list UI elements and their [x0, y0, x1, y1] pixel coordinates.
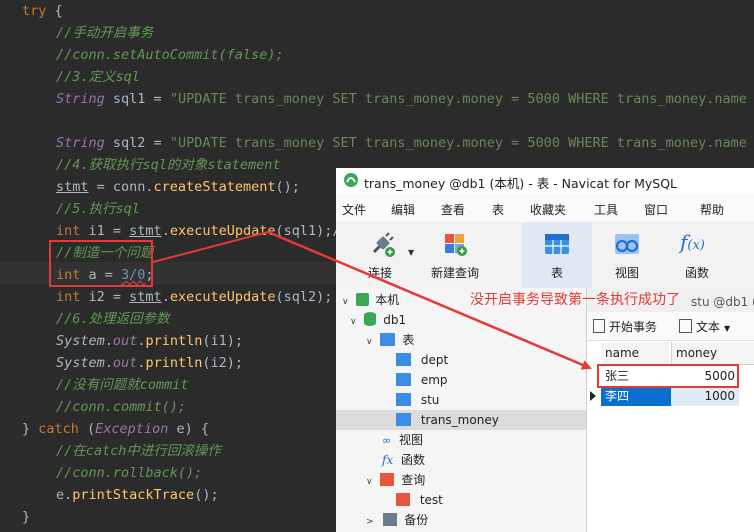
code-line-sql1: String sql1 = "UPDATE trans_money SET tr…: [56, 91, 754, 107]
tree-table-item-selected[interactable]: trans_money: [336, 410, 586, 430]
view-icon: [613, 230, 641, 261]
column-header-name[interactable]: name: [601, 342, 669, 365]
connect-button[interactable]: ▼ 连接: [350, 222, 414, 288]
menu-window[interactable]: 窗口: [644, 201, 668, 218]
plug-icon: [368, 230, 396, 261]
code-line-comment: //手动开启事务: [56, 25, 154, 41]
menu-favorites[interactable]: 收藏夹: [530, 201, 566, 218]
code-line-println1: System.out.println(i1);: [56, 333, 243, 349]
view-icon: ∞: [382, 434, 392, 447]
tab-stu[interactable]: stu @db1 (本: [691, 293, 754, 310]
code-line-sql2: String sql2 = "UPDATE trans_money SET tr…: [56, 135, 754, 151]
toolbar: ▼ 连接 新建查询 表 视图 f(x) 函数: [336, 222, 754, 289]
new-query-button[interactable]: 新建查询: [420, 222, 490, 288]
code-line-comment: //conn.commit();: [56, 399, 187, 415]
dropdown-arrow-icon[interactable]: ▼: [724, 324, 730, 333]
query-icon: [396, 493, 410, 506]
code-line-comment: //没有问题就commit: [56, 377, 189, 393]
object-tree: ∨ 本机 ∨ db1 ∨ 表 dept emp stu trans_money …: [336, 288, 586, 532]
code-line-comment: //在catch中进行回滚操作: [56, 443, 221, 459]
table-button[interactable]: 表: [522, 222, 592, 288]
code-line-comment: //6.处理返回参数: [56, 311, 170, 327]
code-line-i2: int i2 = stmt.executeUpdate(sql2);: [56, 289, 333, 305]
text-button[interactable]: 文本 ▼: [679, 318, 730, 335]
tree-table-item[interactable]: stu: [396, 390, 439, 410]
tree-root[interactable]: ∨ 本机: [342, 290, 399, 310]
table-icon: [396, 393, 411, 406]
action-bar: 开始事务 文本 ▼: [587, 312, 754, 341]
function-icon: f(x): [680, 230, 705, 254]
menu-file[interactable]: 文件: [342, 201, 366, 218]
menu-bar: 文件 编辑 查看 表 收藏夹 工具 窗口 帮助: [336, 194, 754, 222]
annotation-text: 没开启事务导致第一条执行成功了: [470, 292, 680, 308]
tree-table-item[interactable]: emp: [396, 370, 448, 390]
title-bar: trans_money @db1 (本机) - 表 - Navicat for …: [336, 168, 754, 194]
function-icon: fx: [382, 453, 394, 467]
menu-help[interactable]: 帮助: [700, 201, 724, 218]
view-label: 视图: [614, 266, 639, 280]
code-line-comment: //4.获取执行sql的对象statement: [56, 157, 281, 173]
column-header-money[interactable]: money: [671, 342, 754, 365]
code-line-comment: //conn.rollback();: [56, 465, 203, 481]
table-icon: [396, 413, 411, 426]
navicat-window[interactable]: trans_money @db1 (本机) - 表 - Navicat for …: [336, 168, 754, 532]
transaction-icon: [593, 319, 605, 333]
tree-backup[interactable]: > 备份: [366, 510, 428, 530]
collapse-arrow-icon[interactable]: ∨: [350, 317, 357, 327]
database-icon: [364, 312, 377, 326]
code-line-comment: //3.定义sql: [56, 69, 140, 85]
window-title: trans_money @db1 (本机) - 表 - Navicat for …: [364, 176, 678, 191]
menu-view[interactable]: 查看: [441, 201, 465, 218]
menu-tools[interactable]: 工具: [594, 201, 618, 218]
code-line-i1: int i1 = stmt.executeUpdate(sql1);/: [56, 223, 341, 239]
menu-edit[interactable]: 编辑: [391, 201, 415, 218]
code-line-try: try {: [22, 3, 63, 19]
tree-query-item[interactable]: test: [396, 490, 443, 510]
code-line-close: }: [22, 509, 31, 525]
table-icon: [396, 353, 411, 366]
code-line-catch: } catch (Exception e) {: [22, 421, 209, 437]
view-button[interactable]: 视图: [594, 222, 660, 288]
new-query-label: 新建查询: [430, 266, 479, 280]
dropdown-arrow-icon[interactable]: ▼: [408, 248, 414, 257]
tree-views[interactable]: ∞ 视图: [382, 430, 423, 450]
collapse-arrow-icon[interactable]: ∨: [366, 337, 373, 347]
row-pointer-icon: [590, 391, 596, 401]
navicat-logo-icon: [343, 172, 359, 191]
cell-name-selected[interactable]: 李四: [601, 386, 671, 406]
table-folder-icon: [380, 333, 396, 346]
text-icon: [679, 319, 692, 333]
cell-money[interactable]: 1000: [671, 386, 739, 406]
expand-arrow-icon[interactable]: >: [366, 517, 374, 527]
connect-label: 连接: [367, 266, 392, 280]
error-highlight-box: [49, 240, 153, 287]
menu-table[interactable]: 表: [492, 201, 504, 218]
code-line-stmt: stmt = conn.createStatement();: [56, 179, 300, 195]
table-icon: [543, 230, 571, 261]
begin-transaction-button[interactable]: 开始事务: [593, 318, 657, 335]
collapse-arrow-icon[interactable]: ∨: [342, 297, 349, 307]
function-label: 函数: [684, 266, 709, 280]
table-icon: [396, 373, 411, 386]
collapse-arrow-icon[interactable]: ∨: [366, 477, 373, 487]
connection-icon: [356, 293, 370, 306]
tree-db1[interactable]: ∨ db1: [350, 310, 406, 330]
table-label: 表: [550, 266, 563, 280]
tree-tables[interactable]: ∨ 表: [366, 330, 414, 350]
tree-table-item[interactable]: dept: [396, 350, 448, 370]
tree-functions[interactable]: fx 函数: [382, 450, 425, 470]
code-line-comment: //conn.setAutoCommit(false);: [56, 47, 284, 63]
backup-icon: [383, 513, 398, 526]
code-line-comment: //5.执行sql: [56, 201, 140, 217]
table-view-panel: stu @db1 (本 开始事务 文本▼ name money 张三 5000 …: [586, 288, 754, 532]
function-button[interactable]: f(x) 函数: [664, 222, 730, 288]
code-line-println2: System.out.println(i2);: [56, 355, 243, 371]
code-line-stacktrace: e.printStackTrace();: [56, 487, 219, 503]
query-icon: [380, 473, 395, 486]
new-query-icon: [441, 230, 469, 261]
result-highlight-box: [597, 364, 739, 388]
tree-queries[interactable]: ∨ 查询: [366, 470, 425, 490]
